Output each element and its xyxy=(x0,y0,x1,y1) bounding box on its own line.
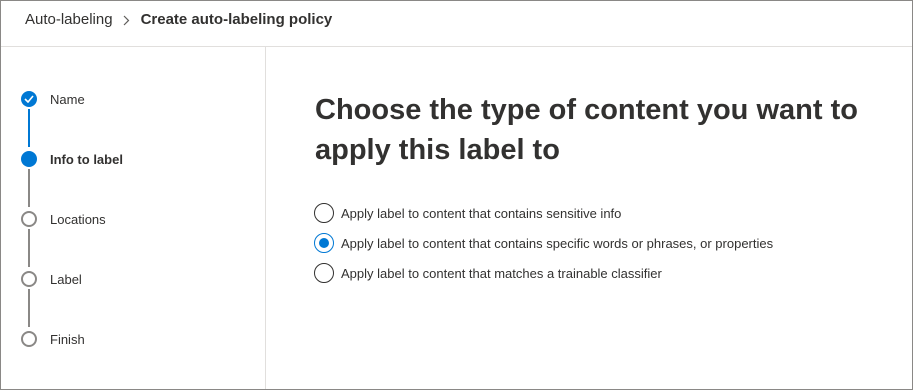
radio-button[interactable] xyxy=(314,203,334,223)
main-content: Choose the type of content you want to a… xyxy=(267,47,912,389)
wizard-step-label: Label xyxy=(50,271,82,287)
radio-selected-dot xyxy=(319,238,329,248)
breadcrumb-auto-labeling-link[interactable]: Auto-labeling xyxy=(25,11,113,29)
option-trainable-classifier[interactable]: Apply label to content that matches a tr… xyxy=(314,263,773,283)
wizard-step-info-to-label[interactable]: Info to label xyxy=(21,149,123,169)
option-label: Apply label to content that matches a tr… xyxy=(341,265,662,281)
wizard-step-finish[interactable]: Finish xyxy=(21,329,85,349)
content-type-radio-group: Apply label to content that contains sen… xyxy=(314,203,773,293)
radio-button-selected[interactable] xyxy=(314,233,334,253)
radio-button[interactable] xyxy=(314,263,334,283)
filled-circle-icon xyxy=(21,151,37,167)
wizard-steps-pane: Name Info to label Locations Label Finis… xyxy=(1,47,266,389)
page-header: Auto-labeling Create auto-labeling polic… xyxy=(1,1,912,47)
app-frame: Auto-labeling Create auto-labeling polic… xyxy=(0,0,913,390)
empty-circle-icon xyxy=(21,211,37,227)
wizard-step-label-step[interactable]: Label xyxy=(21,269,82,289)
option-label: Apply label to content that contains spe… xyxy=(341,235,774,251)
option-label: Apply label to content that contains sen… xyxy=(341,205,622,221)
wizard-step-label: Finish xyxy=(50,331,85,347)
wizard-step-label: Locations xyxy=(50,211,106,227)
wizard-step-label: Name xyxy=(50,91,85,107)
step-connector xyxy=(28,289,30,327)
wizard-step-locations[interactable]: Locations xyxy=(21,209,106,229)
step-connector xyxy=(28,229,30,267)
checkmark-icon xyxy=(21,91,37,107)
step-connector xyxy=(28,109,30,147)
page-title: Choose the type of content you want to a… xyxy=(315,94,858,166)
wizard-step-name[interactable]: Name xyxy=(21,89,85,109)
step-connector xyxy=(28,169,30,207)
empty-circle-icon xyxy=(21,271,37,287)
chevron-right-icon xyxy=(123,11,133,29)
option-specific-words[interactable]: Apply label to content that contains spe… xyxy=(314,233,773,253)
option-sensitive-info[interactable]: Apply label to content that contains sen… xyxy=(314,203,773,223)
empty-circle-icon xyxy=(21,331,37,347)
wizard-step-label: Info to label xyxy=(50,151,123,167)
breadcrumb-current: Create auto-labeling policy xyxy=(140,11,333,28)
breadcrumb: Auto-labeling Create auto-labeling polic… xyxy=(25,11,332,29)
